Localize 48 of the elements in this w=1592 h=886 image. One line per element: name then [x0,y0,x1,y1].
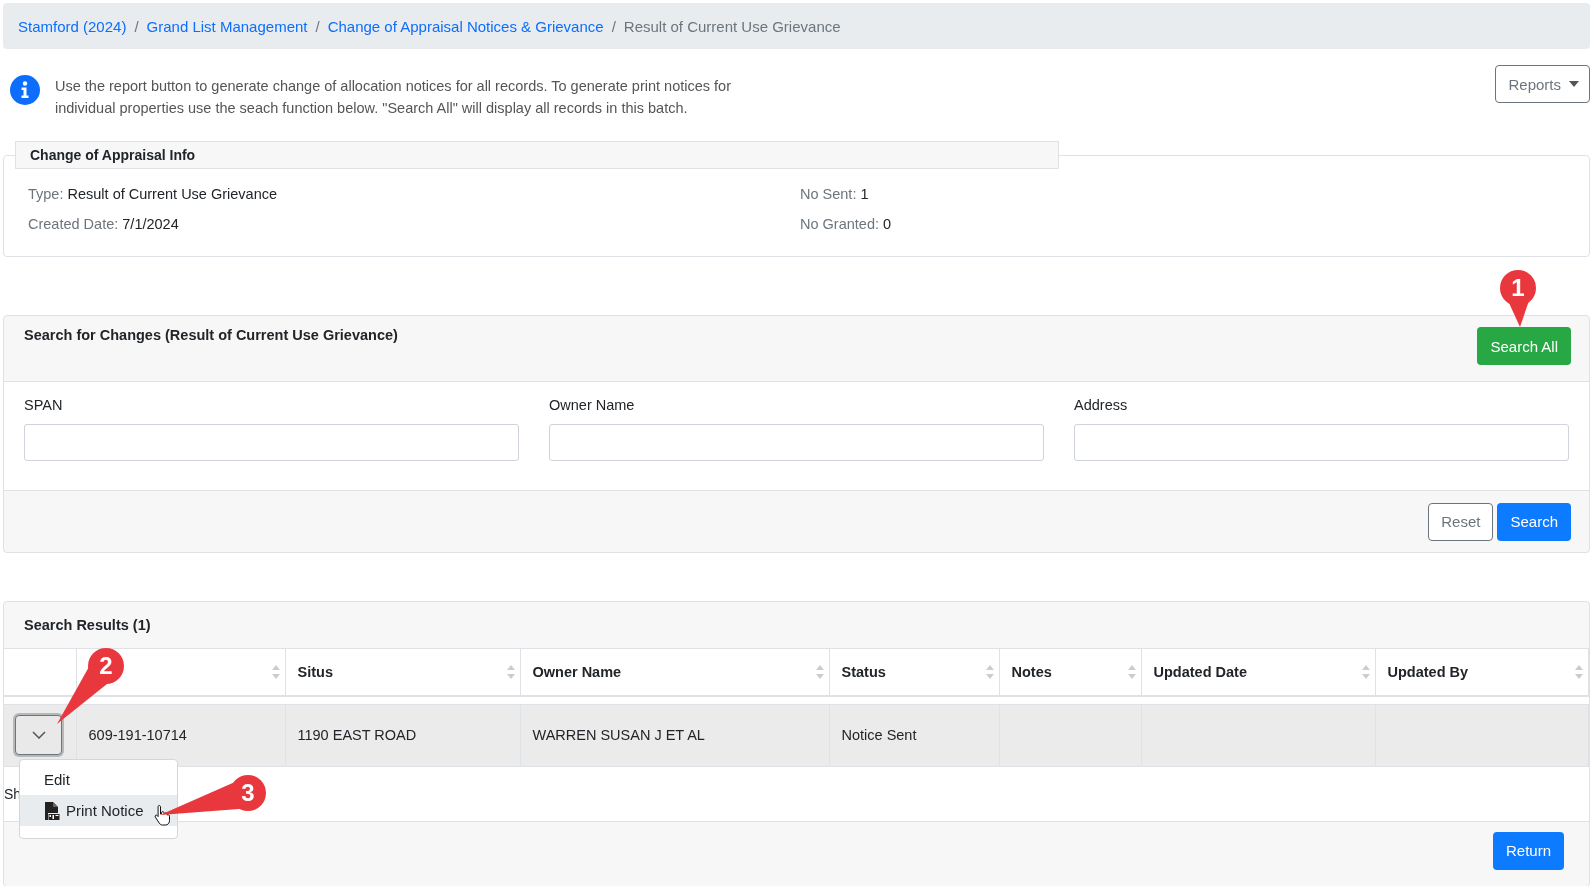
column-header[interactable]: Updated Date [1141,649,1375,696]
info-field: Type: Result of Current Use Grievance [28,183,800,205]
sort-icon[interactable] [1361,665,1370,679]
sort-icon[interactable] [271,665,280,679]
sort-icon[interactable] [506,665,515,679]
field-label: Owner Name [549,397,636,413]
column-header[interactable]: Owner Name [520,649,829,696]
column-header[interactable]: Notes [999,649,1141,696]
info-icon [10,75,40,105]
field-label: SPAN [24,397,64,413]
sort-icon[interactable] [815,665,824,679]
input-field[interactable] [24,424,519,461]
search-button[interactable]: Search [1497,502,1571,541]
table-cell: 609-191-10714 [76,704,285,766]
info-field: No Sent: 1 [800,183,1565,205]
sort-icon[interactable] [1575,665,1583,679]
breadcrumb-current: Result of Current Use Grievance [623,17,841,35]
sort-icon[interactable] [1127,665,1136,679]
hand-cursor-icon [154,804,170,826]
breadcrumb-link[interactable]: Stamford (2024) [18,17,127,35]
panel-title: Search for Changes (Result of Current Use Grievance) [24,327,398,343]
info-message: Use the report button to generate change of allocation notices for all records. To generate print notices for individual properties use the seach function below. "Search All" will display all records in this batch. [55,77,732,118]
card-title: Change of Appraisal Info [30,147,196,163]
column-header[interactable]: Status [829,649,999,696]
info-field: Created Date: 7/1/2024 [28,213,800,235]
table-cell: 1190 EAST ROAD [285,704,520,766]
caret-icon [1569,81,1579,87]
table-cell: WARREN SUSAN J ET AL [520,704,829,766]
info-field: No Granted: 0 [800,213,1565,235]
panel-title: Search Results (1) [24,617,151,633]
breadcrumb-separator: / [134,17,139,35]
field-label: Address [1074,397,1129,413]
breadcrumb-link[interactable]: Change of Appraisal Notices & Grievance [327,17,604,35]
sort-icon[interactable] [985,665,994,679]
column-header[interactable]: Updated By [1375,649,1589,696]
input-field[interactable] [549,424,1044,461]
chevron-icon [31,731,46,739]
reports-dropdown-button[interactable]: Reports [1495,65,1590,103]
table-cell: Notice Sent [829,704,999,766]
menu-item[interactable]: Print Notice [20,795,177,826]
reset-button[interactable]: Reset [1428,502,1494,541]
column-header[interactable]: Situs [285,649,520,696]
row-menu-button[interactable] [15,715,62,755]
input-field[interactable] [1074,424,1569,461]
breadcrumb-link[interactable]: Grand List Management [146,17,308,35]
breadcrumb-separator: / [315,17,320,35]
return-button[interactable]: Return [1492,831,1564,870]
breadcrumb-separator: / [611,17,616,35]
